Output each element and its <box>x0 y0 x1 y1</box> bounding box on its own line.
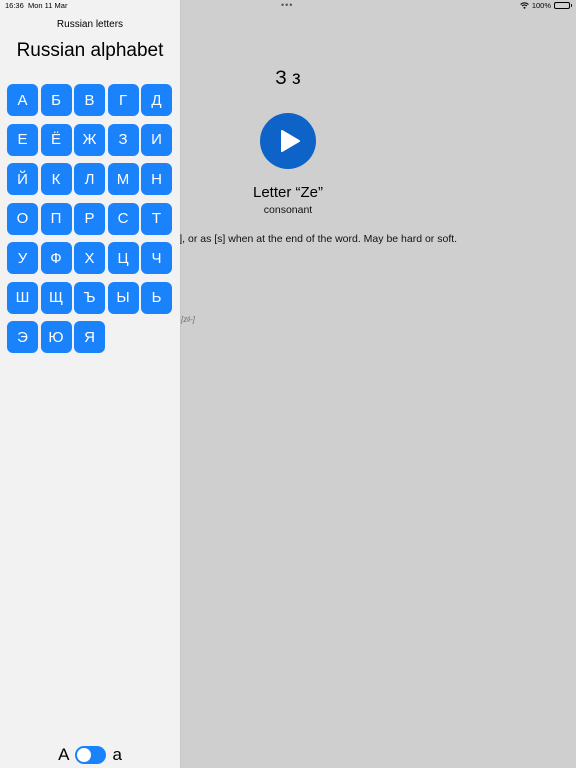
letter-key[interactable]: Й <box>7 163 38 195</box>
letter-key[interactable]: Л <box>74 163 105 195</box>
letter-key[interactable]: О <box>7 202 38 235</box>
case-toggle-switch[interactable] <box>75 746 107 764</box>
multitasking-dots-icon[interactable]: ••• <box>281 0 293 10</box>
letter-key[interactable]: С <box>107 202 139 235</box>
battery-icon <box>554 2 572 9</box>
case-toggle-row: А а <box>0 745 180 765</box>
letter-key[interactable]: Ф <box>40 242 72 274</box>
status-date: Mon 11 Mar <box>28 1 68 10</box>
letter-key[interactable]: Ш <box>7 281 38 314</box>
letter-key[interactable]: Я <box>74 321 105 353</box>
app-screen: З з Letter “Ze” consonant z], or as [s] … <box>0 0 576 768</box>
page-title: Russian alphabet <box>16 40 164 61</box>
letter-key[interactable]: Щ <box>40 281 72 314</box>
status-time: 16:36 <box>5 1 24 10</box>
wifi-icon <box>520 2 529 9</box>
ipa-transcription: [zʲi-] <box>181 315 195 324</box>
letter-key[interactable]: Ж <box>74 123 105 156</box>
letter-key[interactable]: Н <box>141 163 172 195</box>
letter-type: consonant <box>263 204 313 216</box>
letter-pair-heading: З з <box>275 68 301 89</box>
letter-key[interactable]: Э <box>7 321 38 353</box>
letter-name: Letter “Ze” <box>252 184 324 201</box>
letter-key[interactable]: Ь <box>141 281 172 314</box>
pronunciation-description: z], or as [s] when at the end of the wor… <box>174 233 458 245</box>
nav-title: Russian letters <box>56 19 124 30</box>
letter-key[interactable]: В <box>74 84 105 116</box>
letter-key[interactable]: Ы <box>107 281 139 314</box>
status-bar: 16:36 Mon 11 Mar ••• 100% <box>0 0 576 12</box>
letter-key[interactable]: Ц <box>107 242 139 274</box>
letter-key[interactable]: Ё <box>40 123 72 156</box>
letter-key[interactable]: Е <box>7 123 38 156</box>
letter-key[interactable]: Ъ <box>74 281 105 314</box>
letter-key[interactable]: У <box>7 242 38 274</box>
play-audio-button[interactable] <box>260 113 316 169</box>
letter-key[interactable]: А <box>7 84 38 116</box>
status-right: 100% <box>520 1 572 10</box>
letter-key[interactable]: Х <box>74 242 105 274</box>
letter-key[interactable]: И <box>141 123 172 156</box>
battery-percent: 100% <box>531 1 551 10</box>
letter-key[interactable]: Д <box>141 84 172 116</box>
letter-key[interactable]: Ю <box>40 321 72 353</box>
switch-knob <box>77 748 92 762</box>
letter-key[interactable]: Ч <box>141 242 172 274</box>
letter-key[interactable]: К <box>40 163 72 195</box>
letter-key[interactable]: М <box>107 163 139 195</box>
letter-key[interactable]: Г <box>107 84 139 116</box>
letter-grid: АБВГД ЕЁЖЗИ ЙКЛМН ОПРСТ УФХЦЧ ШЩЪЫЬ ЭЮЯ <box>7 84 172 353</box>
uppercase-label: А <box>58 745 70 764</box>
play-icon <box>281 130 300 152</box>
letter-key[interactable]: З <box>107 123 139 156</box>
letters-sidebar: Russian letters Russian alphabet АБВГДЕЁ… <box>0 0 180 768</box>
lowercase-label: а <box>112 745 122 764</box>
letter-key[interactable]: П <box>40 202 72 235</box>
letter-key[interactable]: Т <box>141 202 172 235</box>
letter-key[interactable]: Б <box>40 84 72 116</box>
letter-key[interactable]: Р <box>74 202 105 235</box>
